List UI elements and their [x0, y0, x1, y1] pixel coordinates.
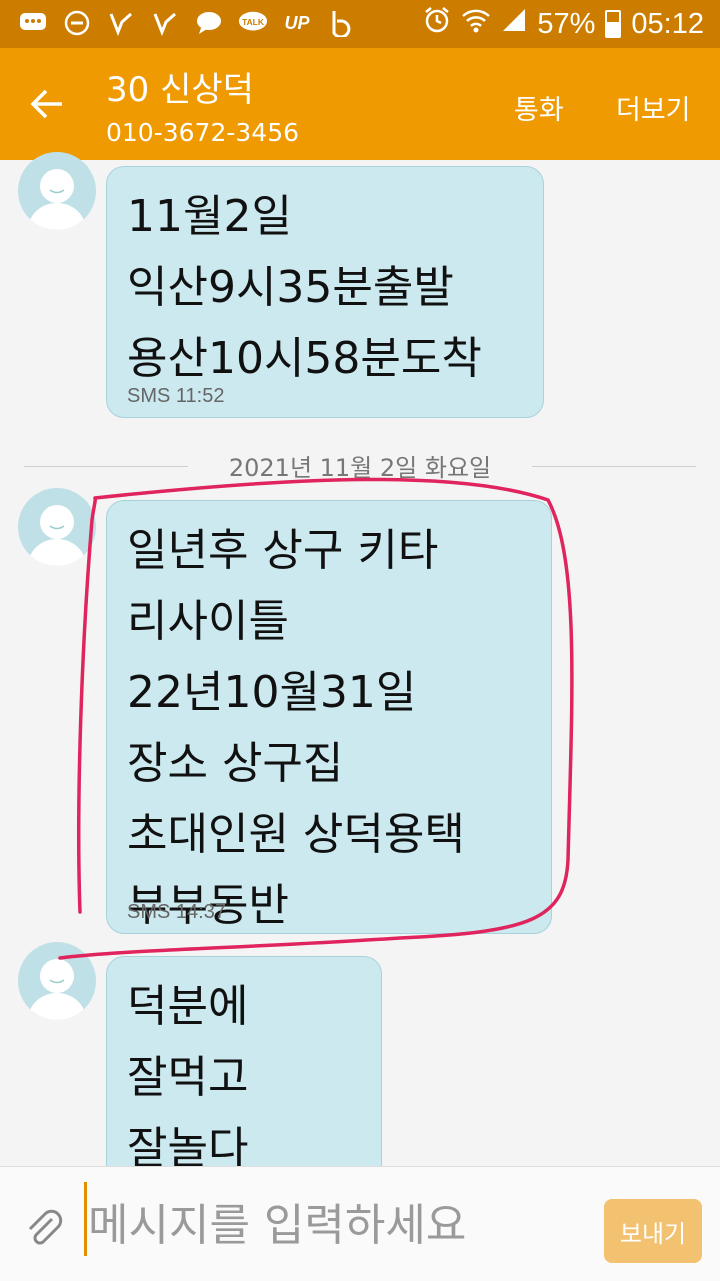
hand-drawn-highlight: [58, 477, 574, 960]
text-caret: [84, 1182, 87, 1256]
send-button[interactable]: 보내기: [604, 1199, 702, 1263]
message-input[interactable]: 메시지를 입력하세요: [88, 1189, 466, 1253]
compose-bar: 메시지를 입력하세요 보내기: [0, 1166, 720, 1281]
highlight-stroke: [58, 477, 574, 960]
attach-icon[interactable]: [22, 1207, 66, 1251]
